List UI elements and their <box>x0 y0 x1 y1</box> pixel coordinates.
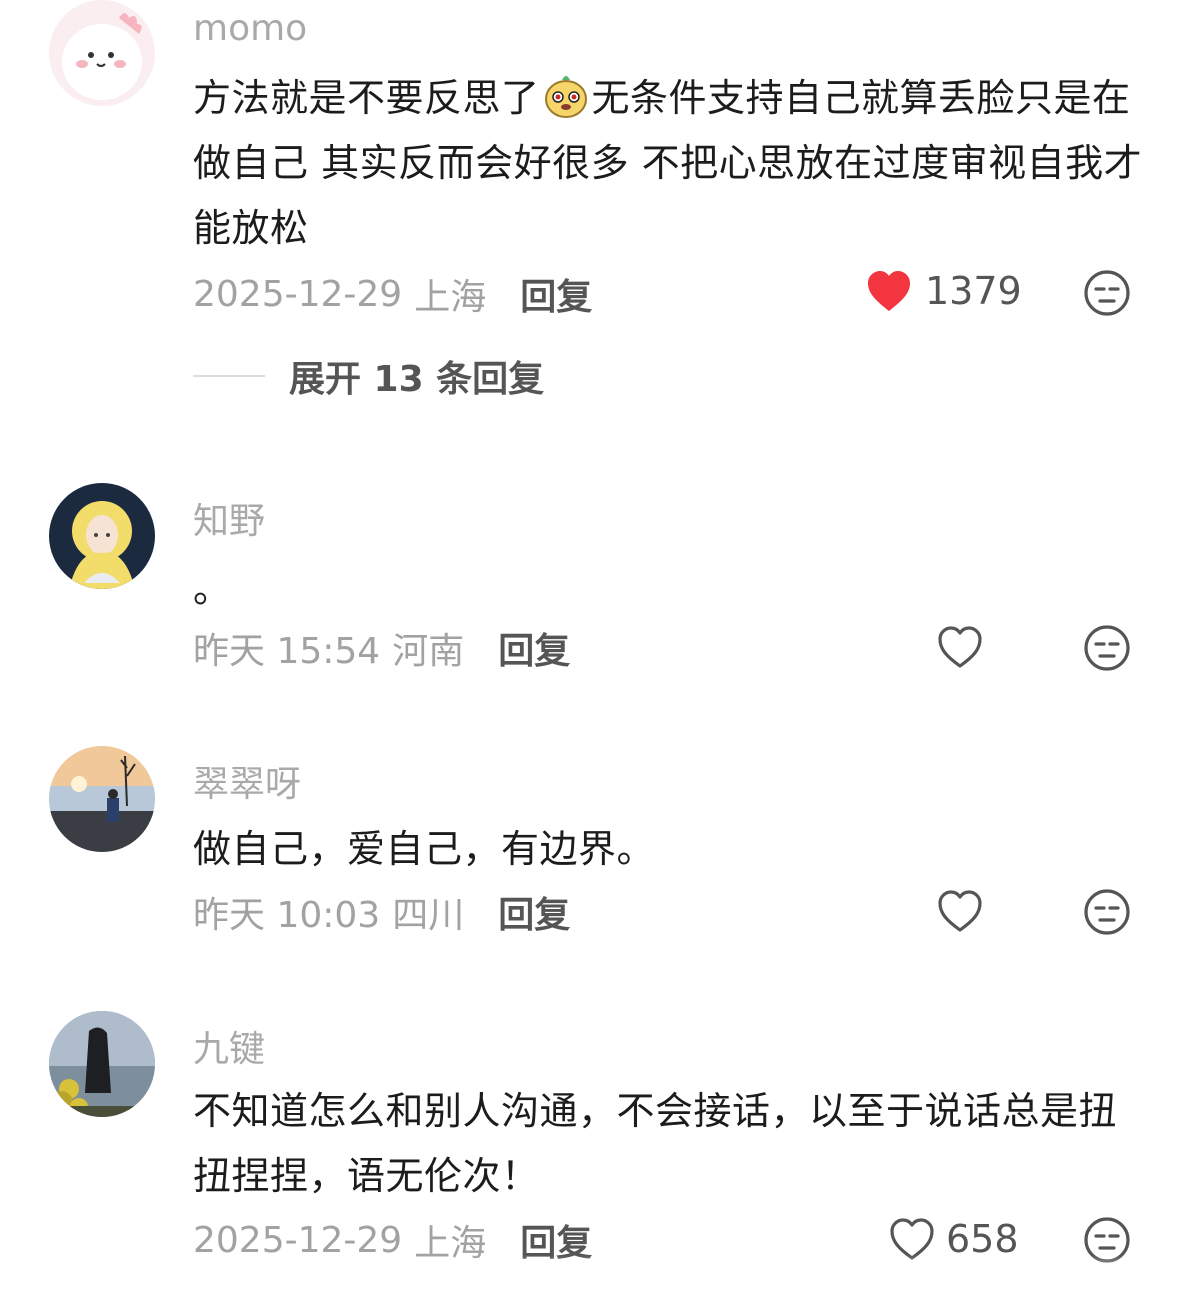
expand-replies-label: 展开 13 条回复 <box>289 359 545 400</box>
comment-text: 。 <box>193 567 232 611</box>
like-button[interactable] <box>936 624 984 670</box>
reply-button[interactable]: 回复 <box>520 268 592 320</box>
like-button[interactable]: 1379 <box>865 268 1022 314</box>
username[interactable]: momo <box>193 8 307 49</box>
username[interactable]: 翠翠呀 <box>193 755 301 807</box>
like-count: 1379 <box>925 269 1022 313</box>
comment-date: 昨天 15:54 <box>193 631 381 672</box>
dislike-face-icon[interactable] <box>1083 269 1131 317</box>
comment-meta: 昨天 15:54 河南 回复 <box>193 622 570 674</box>
comment-date: 昨天 10:03 <box>193 895 381 936</box>
expand-divider <box>193 375 265 377</box>
avatar[interactable] <box>49 746 155 852</box>
comment-location: 上海 <box>414 277 487 318</box>
comment-meta: 昨天 10:03 四川 回复 <box>193 886 570 938</box>
reply-button[interactable]: 回复 <box>498 886 570 938</box>
heart-icon <box>865 268 913 314</box>
username[interactable]: 九键 <box>193 1020 265 1072</box>
heart-icon <box>936 888 984 934</box>
like-button[interactable] <box>936 888 984 934</box>
dislike-face-icon[interactable] <box>1083 624 1131 672</box>
comment-text: 不知道怎么和别人沟通，不会接话，以至于说话总是扭扭捏捏，语无伦次！ <box>193 1089 1118 1198</box>
bottom-fade <box>0 1255 1179 1297</box>
comment-date: 2025-12-29 <box>193 273 403 315</box>
heart-icon <box>936 624 984 670</box>
comment-location: 河南 <box>392 631 465 672</box>
avatar[interactable] <box>49 1011 155 1117</box>
avatar[interactable] <box>49 0 155 106</box>
comment-location: 四川 <box>392 895 465 936</box>
puppy-emoji-icon <box>542 71 590 119</box>
avatar[interactable] <box>49 483 155 589</box>
expand-replies-button[interactable]: 展开 13 条回复 <box>193 350 544 402</box>
comment-meta: 2025-12-29 上海 回复 <box>193 268 592 320</box>
username[interactable]: 知野 <box>193 492 265 544</box>
comment-text: 方法就是不要反思了 无条件支持自己就算丢脸只是在做自己 其实反而会好很多 不把心… <box>193 66 1143 261</box>
comment-text: 做自己，爱自己，有边界。 <box>193 827 656 871</box>
dislike-face-icon[interactable] <box>1083 888 1131 936</box>
reply-button[interactable]: 回复 <box>498 622 570 674</box>
comment-text-part: 方法就是不要反思了 <box>193 76 540 120</box>
